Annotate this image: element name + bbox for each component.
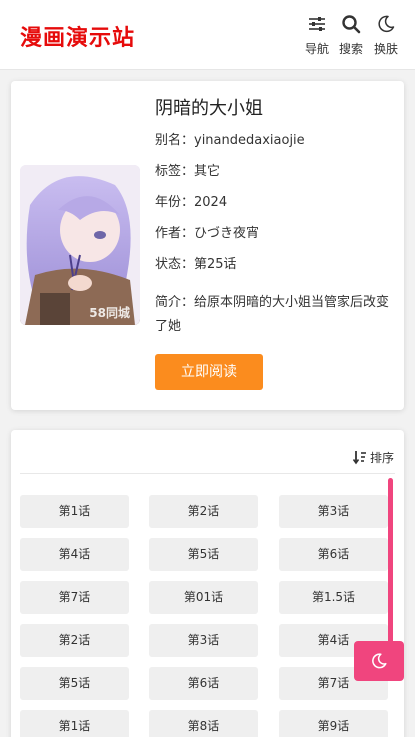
top-header: 漫画演示站 导航 搜索 换肤 [0,0,415,70]
site-logo[interactable]: 漫画演示站 [20,20,135,52]
comic-year: 年份：2024 [155,195,228,210]
chapter-item[interactable]: 第2话 [149,495,258,528]
cover-watermark: 58同城 [89,306,130,320]
sort-button[interactable]: 排序 [352,449,394,467]
chapter-item[interactable]: 第6话 [149,667,258,700]
comic-title: 阴暗的大小姐 [155,98,263,119]
theme-label: 换肤 [373,42,398,56]
chapter-item[interactable]: 第7话 [20,581,129,614]
search-icon [342,15,361,34]
chapter-item[interactable]: 第4话 [20,538,129,571]
chapter-item[interactable]: 第3话 [279,495,388,528]
nav-label: 导航 [304,42,329,56]
sort-icon [352,451,366,465]
search-label: 搜索 [338,42,363,56]
comic-author: 作者：ひづき夜宵 [155,226,260,241]
comic-status: 状态：第25话 [155,257,237,272]
chapter-item[interactable]: 第1话 [20,495,129,528]
read-now-button[interactable]: 立即阅读 [155,354,263,390]
chapter-item[interactable]: 第3话 [149,624,258,657]
comic-cover-image[interactable]: 58同城 [20,165,140,325]
theme-button[interactable]: 换肤 [371,14,401,62]
sort-label: 排序 [369,451,394,465]
chapter-item[interactable]: 第8话 [149,710,258,737]
moon-icon [378,15,395,33]
comic-tags[interactable]: 标签：其它 [155,160,220,179]
comic-info-card: 58同城 阴暗的大小姐 别名：yinandedaxiaojie 标签：其它 年份… [11,81,404,410]
chapter-item[interactable]: 第6话 [279,538,388,571]
chapter-item[interactable]: 第9话 [279,710,388,737]
sliders-icon [309,17,325,31]
chapter-item[interactable]: 第1.5话 [279,581,388,614]
chapter-item[interactable]: 第2话 [20,624,129,657]
chapter-item[interactable]: 第1话 [20,710,129,737]
night-mode-button[interactable] [354,641,404,681]
chapter-list-card: 排序 第1话 第2话 第3话 第4话 第5话 第6话 第7话 第01话 第1.5… [11,430,404,737]
moon-icon [372,653,387,669]
comic-alias: 别名：yinandedaxiaojie [155,133,305,148]
search-button[interactable]: 搜索 [336,14,366,62]
nav-button[interactable]: 导航 [302,14,332,62]
comic-intro: 简介：给原本阴暗的大小姐当管家后改变了她 [155,295,390,334]
chapter-divider [20,473,395,474]
chapter-item[interactable]: 第5话 [149,538,258,571]
chapter-item[interactable]: 第5话 [20,667,129,700]
cover-illustration [20,165,140,325]
chapter-item[interactable]: 第01话 [149,581,258,614]
